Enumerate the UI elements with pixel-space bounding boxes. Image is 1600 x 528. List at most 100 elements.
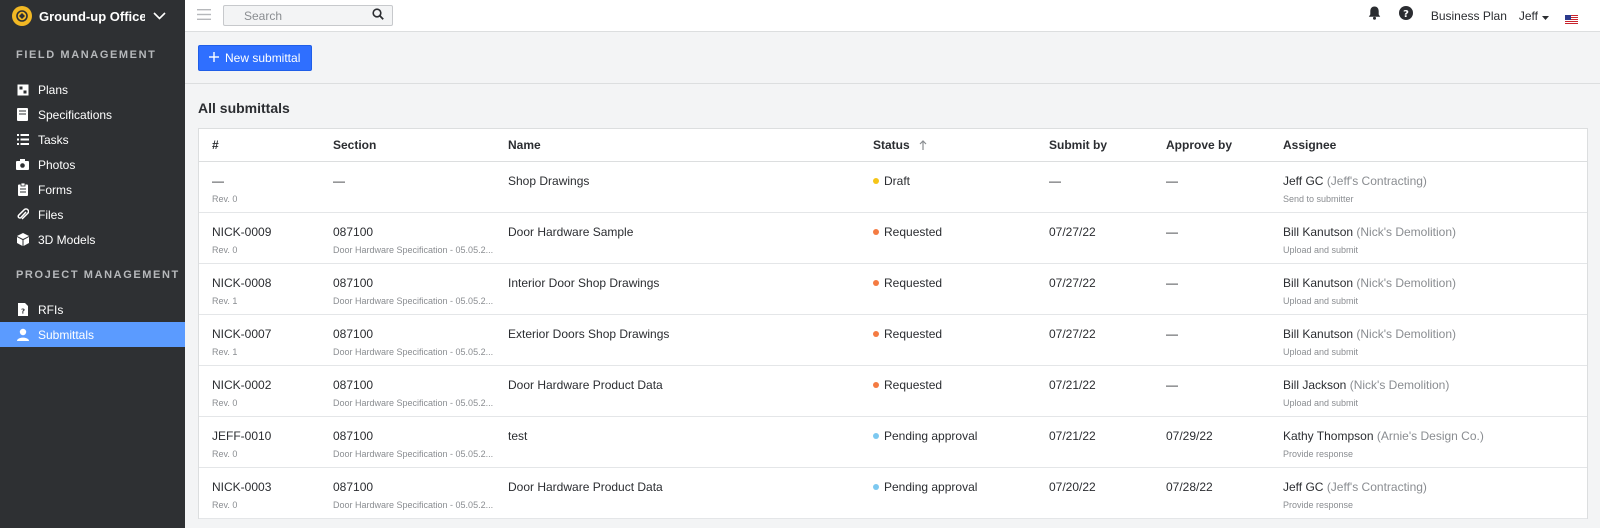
table-row[interactable]: NICK-0008 Rev. 1 087100 Door Hardware Spec… [199,264,1587,315]
submittal-number: NICK-0008 [212,276,272,290]
revision: Rev. 0 [212,245,238,255]
top-right-controls: ? Business Plan Jeff [1368,0,1600,32]
sidebar-item-files[interactable]: Files [0,202,185,227]
assignee-name: Bill Kanutson [1283,276,1354,290]
search-input[interactable] [244,8,372,23]
sidebar-item-3d-models[interactable]: 3D Models [0,227,185,252]
sidebar-item-submittals[interactable]: Submittals [0,322,185,347]
table-row[interactable]: NICK-0002 Rev. 0 087100 Door Hardware Spec… [199,366,1587,417]
project-switcher[interactable]: Ground-up Office B... [0,0,185,32]
submittal-name: Door Hardware Sample [508,225,634,239]
status-badge: Pending approval [884,429,978,443]
status-dot [873,382,879,388]
sidebar-item-specifications[interactable]: Specifications [0,102,185,127]
status-dot [873,484,879,490]
approve-by-date: 07/28/22 [1166,480,1213,494]
search-icon[interactable] [372,7,384,25]
approve-by-date: — [1166,327,1178,341]
approve-by-date: 07/29/22 [1166,429,1213,443]
submittals-icon [16,328,29,341]
column-header-approve-by[interactable]: Approve by [1166,138,1283,152]
page-title: All submittals [198,100,290,116]
submittal-number: JEFF-0010 [212,429,272,443]
status-badge: Requested [884,225,943,239]
sidebar-item-photos[interactable]: Photos [0,152,185,177]
section-description: Door Hardware Specification - 05.05.2... [333,245,494,255]
assignee-name: Bill Jackson [1283,378,1347,392]
submit-by-date: 07/27/22 [1049,225,1096,239]
help-icon[interactable]: ? [1398,6,1413,25]
business-plan-link[interactable]: Business Plan [1431,9,1507,23]
cube-icon [16,233,29,246]
table-row[interactable]: JEFF-0010 Rev. 0 087100 Door Hardware Spec… [199,417,1587,468]
sidebar-item-label: Submittals [38,327,95,342]
revision: Rev. 0 [212,194,238,204]
plus-icon [209,51,219,65]
user-name: Jeff [1518,8,1538,23]
section-description: Door Hardware Specification - 05.05.2... [333,347,494,357]
column-header-assignee[interactable]: Assignee [1283,138,1587,152]
approve-by-date: — [1166,174,1178,188]
caret-down-icon [1542,9,1549,23]
sidebar-item-label: RFIs [38,302,64,317]
chevron-down-icon[interactable] [153,7,166,25]
sidebar-item-label: Plans [38,82,69,97]
sidebar-item-forms[interactable]: Forms [0,177,185,202]
sidebar-item-tasks[interactable]: Tasks [0,127,185,152]
section-code: 087100 [333,225,374,239]
status-dot [873,331,879,337]
column-header-number[interactable]: # [199,138,332,152]
column-header-section[interactable]: Section [332,138,508,152]
section-code: 087100 [333,327,374,341]
user-menu[interactable]: Jeff [1519,9,1549,23]
submittal-name: Door Hardware Product Data [508,480,663,494]
submittal-name: Interior Door Shop Drawings [508,276,660,290]
assignee-name: Jeff GC [1283,174,1324,188]
sidebar-item-plans[interactable]: Plans [0,77,185,102]
sidebar-item-label: Photos [38,157,76,172]
assignee-name: Bill Kanutson [1283,225,1354,239]
revision: Rev. 1 [212,296,238,306]
section-description: Door Hardware Specification - 05.05.2... [333,500,494,510]
assignee-company: (Nick's Demolition) [1356,327,1457,341]
revision: Rev. 0 [212,500,238,510]
project-management-title: PROJECT MANAGEMENT [16,269,180,281]
sidebar-item-rfis[interactable]: ? RFIs [0,297,185,322]
submit-by-date: 07/21/22 [1049,378,1096,392]
search-box [223,5,393,26]
column-header-submit-by[interactable]: Submit by [1049,138,1166,152]
status-badge: Pending approval [884,480,978,494]
submittal-number: NICK-0002 [212,378,272,392]
hamburger-menu-icon[interactable] [197,7,211,25]
status-badge: Draft [884,174,911,188]
submit-by-date: 07/27/22 [1049,276,1096,290]
assignee-action: Send to submitter [1283,194,1354,204]
new-submittal-button[interactable]: New submittal [198,45,313,71]
revision: Rev. 1 [212,347,238,357]
status-header-label: Status [873,137,910,152]
revision: Rev. 0 [212,449,238,459]
company-logo-icon [12,6,32,26]
paperclip-icon [16,208,29,221]
main-content: New submittal All submittals # Section N… [185,33,1600,528]
assignee-name: Bill Kanutson [1283,327,1354,341]
table-row[interactable]: — Rev. 0 — Shop Drawings Draft — — Jeff G… [199,162,1587,213]
column-header-status[interactable]: Status [873,138,1049,153]
assignee-action: Provide response [1283,449,1354,459]
table-row[interactable]: NICK-0003 Rev. 0 087100 Door Hardware Spec… [199,468,1587,519]
section-code: 087100 [333,429,374,443]
top-bar: ? Business Plan Jeff [185,0,1600,32]
bell-icon[interactable] [1368,6,1381,25]
section-description: Door Hardware Specification - 05.05.2... [333,449,494,459]
assignee-company: (Nick's Demolition) [1349,378,1450,392]
column-header-name[interactable]: Name [508,138,873,152]
status-dot [873,229,879,235]
section-description: Door Hardware Specification - 05.05.2... [333,398,494,408]
us-flag-icon[interactable] [1565,11,1578,24]
section-code: 087100 [333,480,374,494]
assignee-company: (Jeff's Contracting) [1326,480,1427,494]
sidebar: Ground-up Office B... FIELD MANAGEMENT P… [0,0,185,528]
new-submittal-label: New submittal [225,51,301,65]
table-row[interactable]: NICK-0007 Rev. 1 087100 Door Hardware Spec… [199,315,1587,366]
table-row[interactable]: NICK-0009 Rev. 0 087100 Door Hardware Spec… [199,213,1587,264]
